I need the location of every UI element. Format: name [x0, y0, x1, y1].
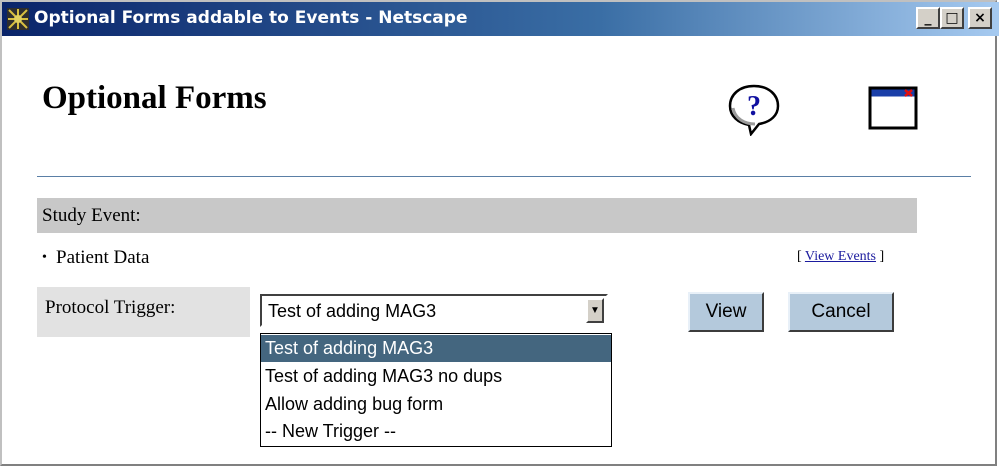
- trigger-option[interactable]: Allow adding bug form: [261, 391, 611, 418]
- protocol-trigger-label-cell: Protocol Trigger:: [37, 287, 250, 337]
- maximize-icon: □: [945, 10, 959, 26]
- view-events: [ View Events ]: [797, 249, 884, 265]
- maximize-button[interactable]: □: [940, 7, 964, 29]
- view-button[interactable]: View: [688, 292, 764, 332]
- trigger-option[interactable]: Test of adding MAG3: [261, 335, 611, 362]
- study-event-item: • Patient Data: [42, 247, 149, 269]
- svg-text:?: ?: [747, 91, 761, 122]
- close-icon: ×: [974, 10, 986, 26]
- minimize-button[interactable]: _: [916, 7, 940, 29]
- browser-window: Optional Forms addable to Events - Netsc…: [0, 0, 999, 466]
- chevron-down-icon[interactable]: ▼: [586, 298, 604, 323]
- study-event-name: Patient Data: [56, 247, 150, 268]
- study-event-label: Study Event:: [42, 205, 141, 226]
- trigger-option[interactable]: Test of adding MAG3 no dups: [261, 363, 611, 390]
- view-events-link[interactable]: View Events: [805, 249, 876, 264]
- minimize-icon: _: [924, 10, 932, 26]
- close-window-icon[interactable]: [868, 86, 918, 130]
- close-button[interactable]: ×: [968, 7, 992, 29]
- bracket-open: [: [797, 249, 805, 264]
- bracket-close: ]: [876, 249, 885, 264]
- header-divider: [37, 176, 971, 177]
- trigger-option[interactable]: -- New Trigger --: [261, 418, 611, 445]
- bullet-icon: •: [42, 250, 47, 265]
- cancel-button[interactable]: Cancel: [788, 292, 894, 332]
- title-bar[interactable]: Optional Forms addable to Events - Netsc…: [2, 2, 999, 36]
- protocol-trigger-label: Protocol Trigger:: [45, 297, 176, 318]
- page-title: Optional Forms: [42, 80, 267, 116]
- protocol-trigger-selected-value: Test of adding MAG3: [268, 301, 437, 321]
- netscape-icon: [7, 8, 29, 30]
- protocol-trigger-select[interactable]: Test of adding MAG3 ▼: [260, 294, 608, 327]
- study-event-header: Study Event:: [37, 198, 917, 233]
- protocol-trigger-dropdown: Test of adding MAG3 Test of adding MAG3 …: [260, 333, 612, 447]
- help-question-icon[interactable]: ?: [725, 82, 783, 136]
- window-title: Optional Forms addable to Events - Netsc…: [34, 8, 468, 28]
